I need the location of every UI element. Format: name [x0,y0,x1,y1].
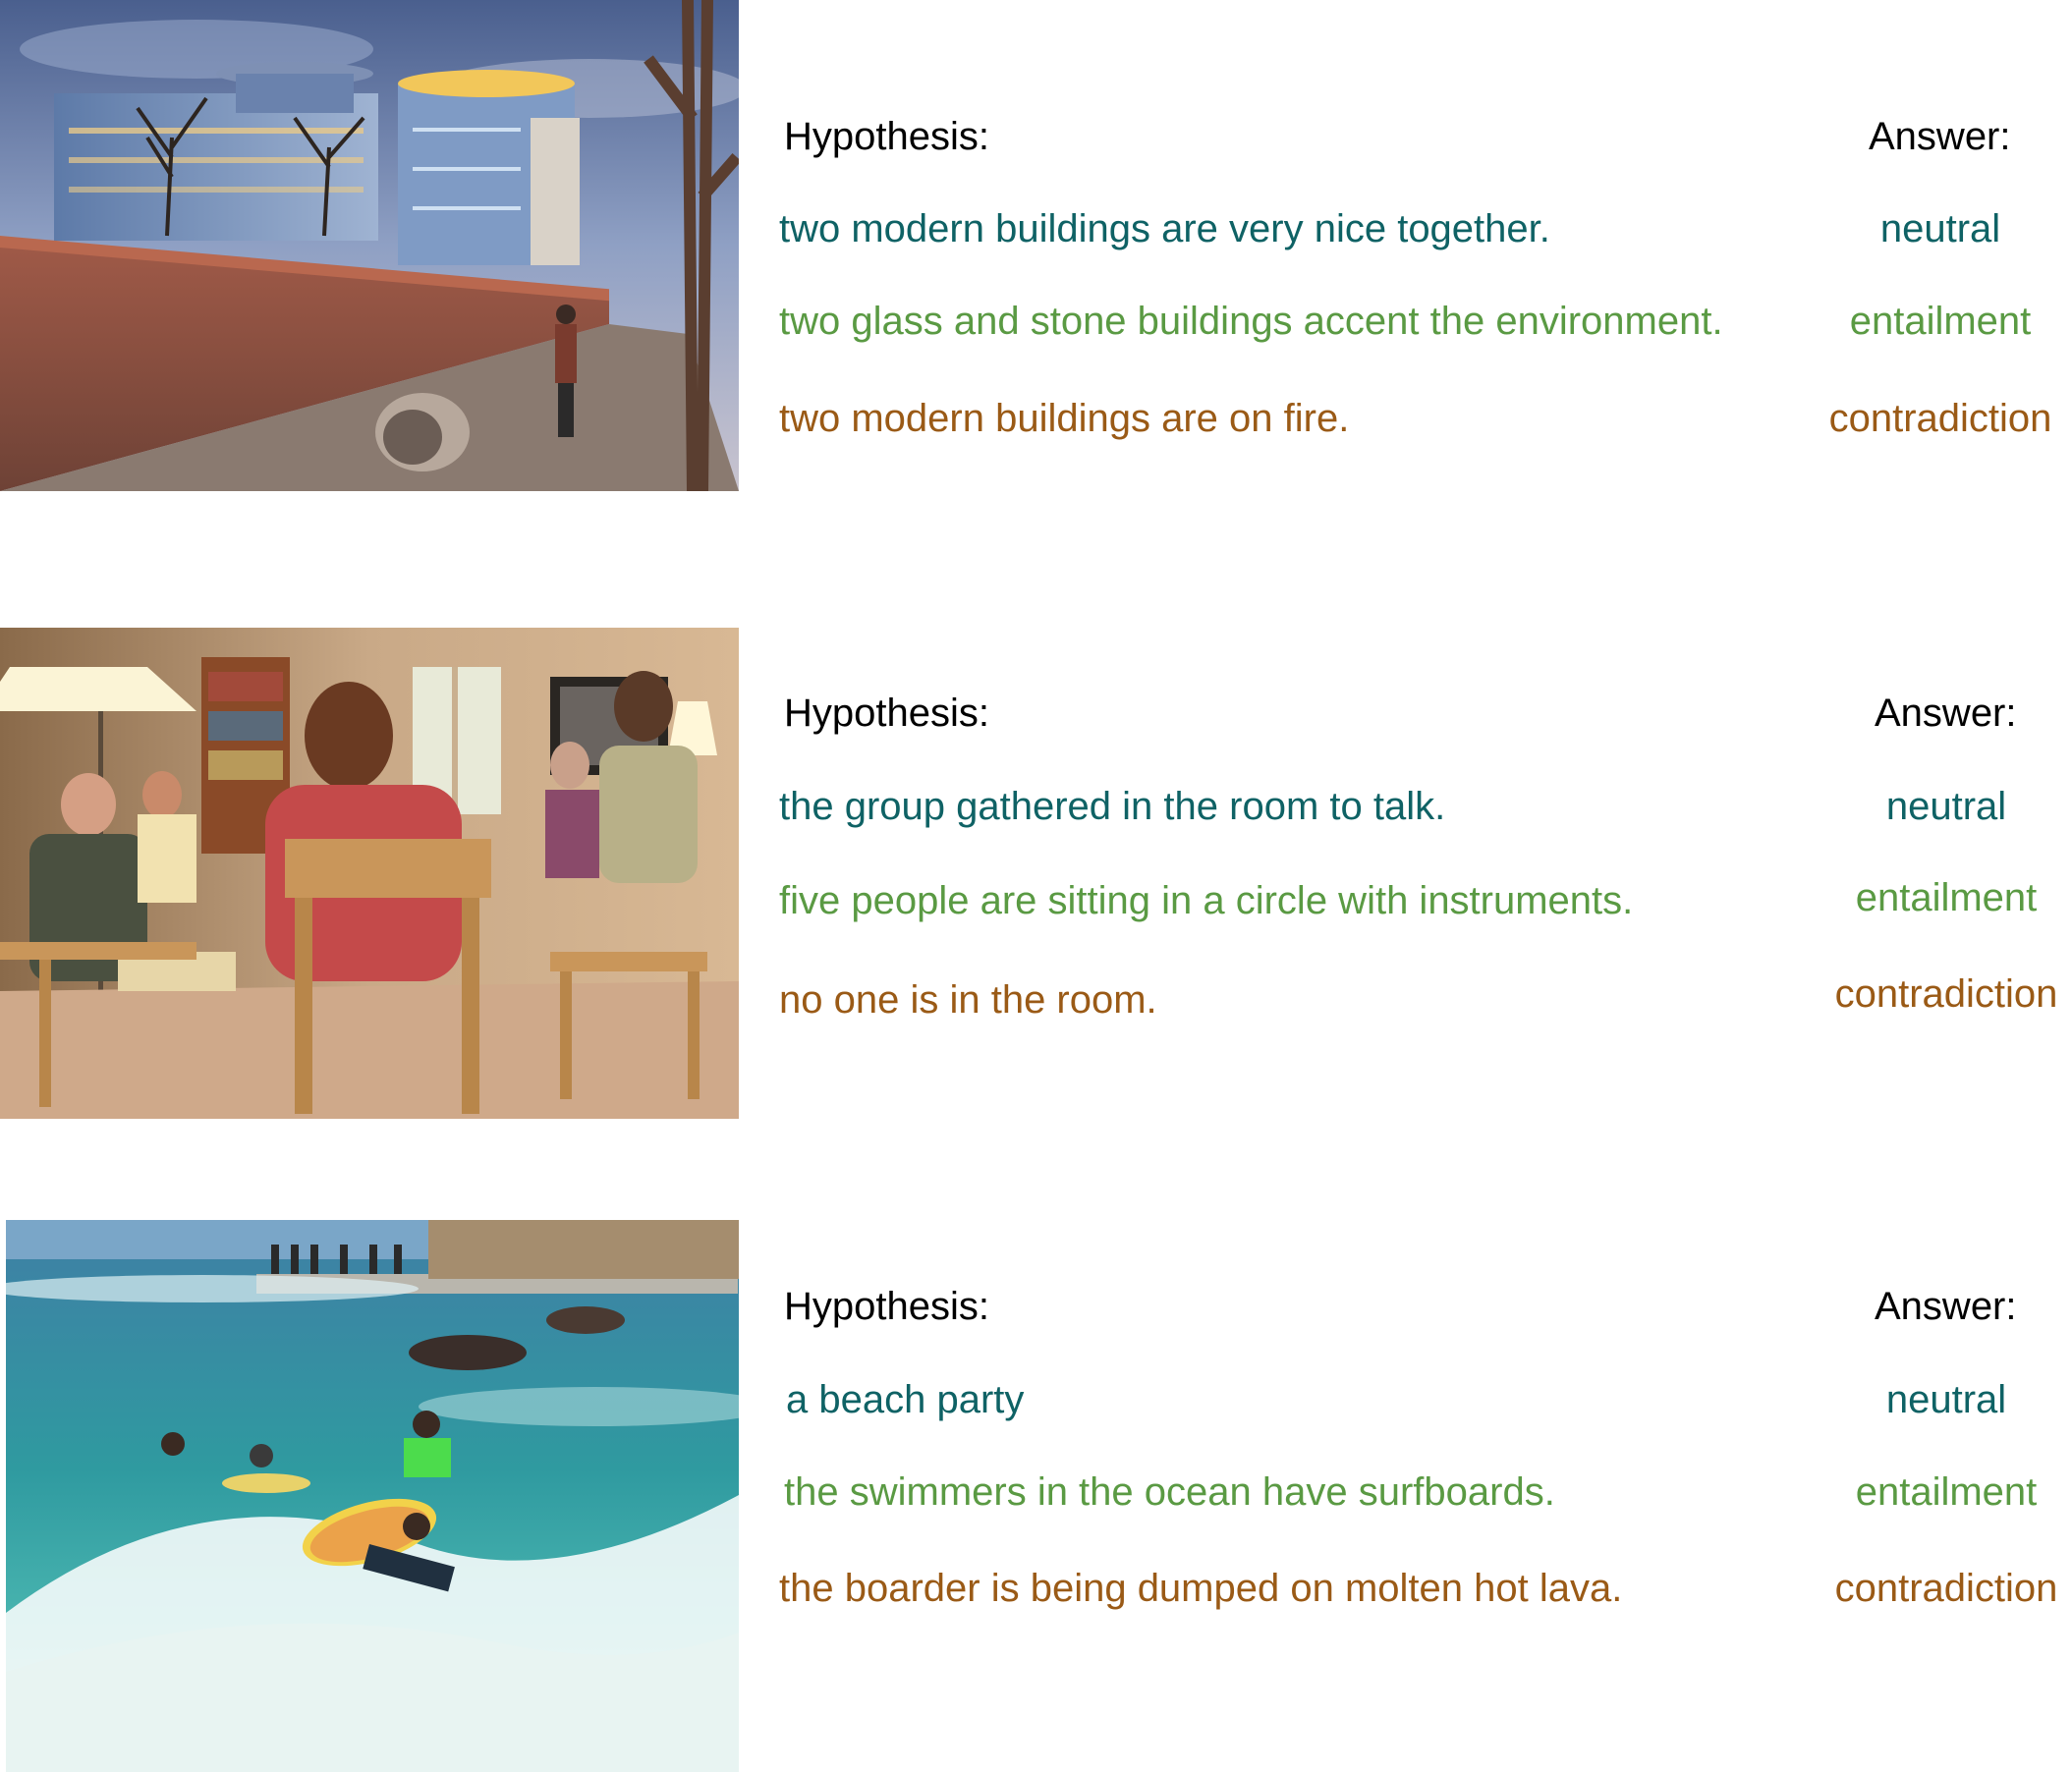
hypothesis-heading: Hypothesis: [784,692,989,735]
hypothesis-contradiction: two modern buildings are on fire. [779,397,1350,440]
hypothesis-heading: Hypothesis: [784,115,989,158]
photo-modern-buildings [0,0,739,491]
example-3: Hypothesis: Answer: a beach party neutra… [0,1220,2072,1772]
musicians-photo-illustration [0,628,739,1119]
hypothesis-heading: Hypothesis: [784,1285,989,1328]
example-2: Hypothesis: Answer: the group gathered i… [0,628,2072,1119]
answer-neutral: neutral [1879,207,2001,250]
answer-contradiction: contradiction [1834,1567,2058,1610]
ocean-photo-illustration [6,1220,739,1772]
answer-entailment: entailment [1855,1470,2038,1514]
answer-entailment: entailment [1855,876,2038,919]
hypothesis-entailment: two glass and stone buildings accent the… [779,300,1723,343]
answer-heading: Answer: [1875,1285,2017,1328]
answer-neutral: neutral [1885,785,2007,828]
hypothesis-entailment: the swimmers in the ocean have surfboard… [784,1470,1555,1514]
hypothesis-neutral: the group gathered in the room to talk. [779,785,1446,828]
hypothesis-contradiction: no one is in the room. [779,978,1157,1022]
hypothesis-neutral: a beach party [786,1378,1025,1421]
answer-heading: Answer: [1869,115,2011,158]
example-1: Hypothesis: Answer: two modern buildings… [0,0,2072,491]
answer-heading: Answer: [1875,692,2017,735]
answer-contradiction: contradiction [1834,972,2058,1016]
answer-contradiction: contradiction [1828,397,2052,440]
photo-bodyboarder-wave [6,1220,739,1772]
answer-entailment: entailment [1849,300,2032,343]
hypothesis-neutral: two modern buildings are very nice toget… [779,207,1550,250]
hypothesis-contradiction: the boarder is being dumped on molten ho… [779,1567,1623,1610]
buildings-photo-illustration [0,0,739,491]
answer-neutral: neutral [1885,1378,2007,1421]
photo-musicians-room [0,628,739,1119]
hypothesis-entailment: five people are sitting in a circle with… [779,879,1634,922]
